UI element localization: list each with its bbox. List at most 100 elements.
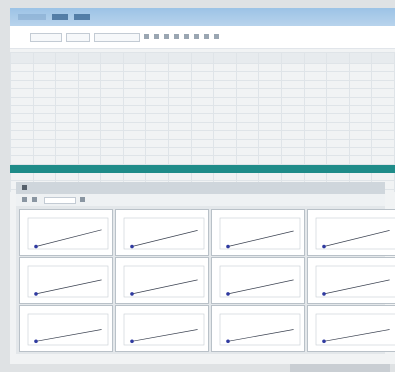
table-cell — [303, 113, 328, 123]
table-cell — [32, 113, 57, 123]
table-cell — [190, 79, 215, 90]
column-header[interactable] — [235, 52, 260, 64]
toolbar-field[interactable] — [66, 33, 90, 42]
table-cell — [32, 138, 57, 148]
column-header[interactable] — [326, 52, 350, 64]
column-header[interactable] — [145, 52, 170, 64]
plot-svg — [315, 313, 395, 346]
series-line — [323, 329, 390, 342]
column-header[interactable] — [77, 52, 102, 64]
column-header[interactable] — [348, 52, 373, 64]
table-cell — [122, 96, 147, 106]
plot-panel[interactable] — [19, 305, 113, 352]
series-line — [227, 230, 294, 247]
toolbar-icon[interactable] — [32, 197, 37, 202]
toolbar-icon[interactable] — [204, 34, 209, 39]
table-cell — [77, 138, 102, 148]
table-cell — [235, 96, 260, 106]
toolbar-icon[interactable] — [174, 34, 179, 39]
table-cell — [258, 146, 282, 157]
toolbar-field[interactable] — [94, 33, 140, 42]
table-cell — [280, 163, 305, 174]
table-cell — [10, 88, 34, 98]
plot-panel[interactable] — [307, 209, 395, 256]
table-cell — [190, 130, 215, 140]
toolbar-field[interactable] — [30, 33, 62, 42]
plot-panel[interactable] — [211, 305, 305, 352]
table-cell — [122, 155, 147, 165]
toolbar-icon[interactable] — [144, 34, 149, 39]
table-cell — [258, 62, 282, 73]
table-row[interactable] — [10, 130, 395, 140]
data-point — [34, 292, 38, 296]
toolbar-icon[interactable] — [22, 197, 27, 202]
column-header[interactable] — [168, 52, 192, 64]
table-row[interactable] — [10, 96, 395, 106]
plot-panel[interactable] — [115, 209, 209, 256]
toolbar-field[interactable] — [44, 197, 76, 204]
table-cell — [168, 130, 192, 140]
table-cell — [145, 62, 170, 73]
toolbar-icon[interactable] — [164, 34, 169, 39]
column-header[interactable] — [100, 52, 124, 64]
table-row[interactable] — [10, 155, 395, 165]
toolbar-icon[interactable] — [194, 34, 199, 39]
column-header[interactable] — [10, 52, 34, 64]
data-table-area[interactable] — [10, 52, 395, 192]
data-table — [10, 52, 395, 192]
series-line — [131, 329, 198, 342]
table-cell — [145, 155, 170, 165]
table-row[interactable] — [10, 79, 395, 90]
column-header[interactable] — [371, 52, 395, 64]
table-row[interactable] — [10, 62, 395, 73]
table-cell — [168, 88, 192, 98]
table-cell — [100, 88, 124, 98]
plot-panel[interactable] — [115, 257, 209, 304]
table-row[interactable] — [10, 71, 395, 81]
column-header[interactable] — [55, 52, 79, 64]
table-row[interactable] — [10, 138, 395, 148]
table-cell — [190, 155, 215, 165]
toolbar-icon[interactable] — [80, 197, 85, 202]
column-header[interactable] — [213, 52, 237, 64]
plot-panel[interactable] — [211, 257, 305, 304]
column-header[interactable] — [32, 52, 57, 64]
plots-window-icon[interactable] — [22, 185, 27, 190]
table-cell — [145, 172, 170, 182]
plot-panel[interactable] — [211, 209, 305, 256]
table-cell — [168, 62, 192, 73]
table-cell — [235, 113, 260, 123]
column-header[interactable] — [122, 52, 147, 64]
column-header[interactable] — [303, 52, 328, 64]
plot-panel[interactable] — [19, 257, 113, 304]
plot-panel[interactable] — [115, 305, 209, 352]
table-row[interactable] — [10, 88, 395, 98]
column-header[interactable] — [190, 52, 215, 64]
plot-panel[interactable] — [307, 305, 395, 352]
plot-panel[interactable] — [19, 209, 113, 256]
series-line — [35, 329, 102, 342]
table-row[interactable] — [10, 121, 395, 132]
table-row[interactable] — [10, 113, 395, 123]
table-cell — [235, 155, 260, 165]
table-cell — [32, 121, 57, 132]
table-cell — [168, 113, 192, 123]
toolbar-icon[interactable] — [214, 34, 219, 39]
table-row[interactable] — [10, 146, 395, 157]
table-cell — [55, 130, 79, 140]
plot-panel[interactable] — [307, 257, 395, 304]
table-cell — [168, 138, 192, 148]
table-row[interactable] — [10, 104, 395, 115]
table-cell — [235, 104, 260, 115]
toolbar-icon[interactable] — [184, 34, 189, 39]
table-cell — [303, 163, 328, 174]
table-row-selected[interactable] — [10, 163, 395, 174]
table-cell — [55, 146, 79, 157]
table-cell — [77, 155, 102, 165]
table-cell — [145, 163, 170, 174]
toolbar-icon[interactable] — [154, 34, 159, 39]
column-header[interactable] — [280, 52, 305, 64]
column-header[interactable] — [258, 52, 282, 64]
table-cell — [145, 104, 170, 115]
table-row[interactable] — [10, 172, 395, 182]
